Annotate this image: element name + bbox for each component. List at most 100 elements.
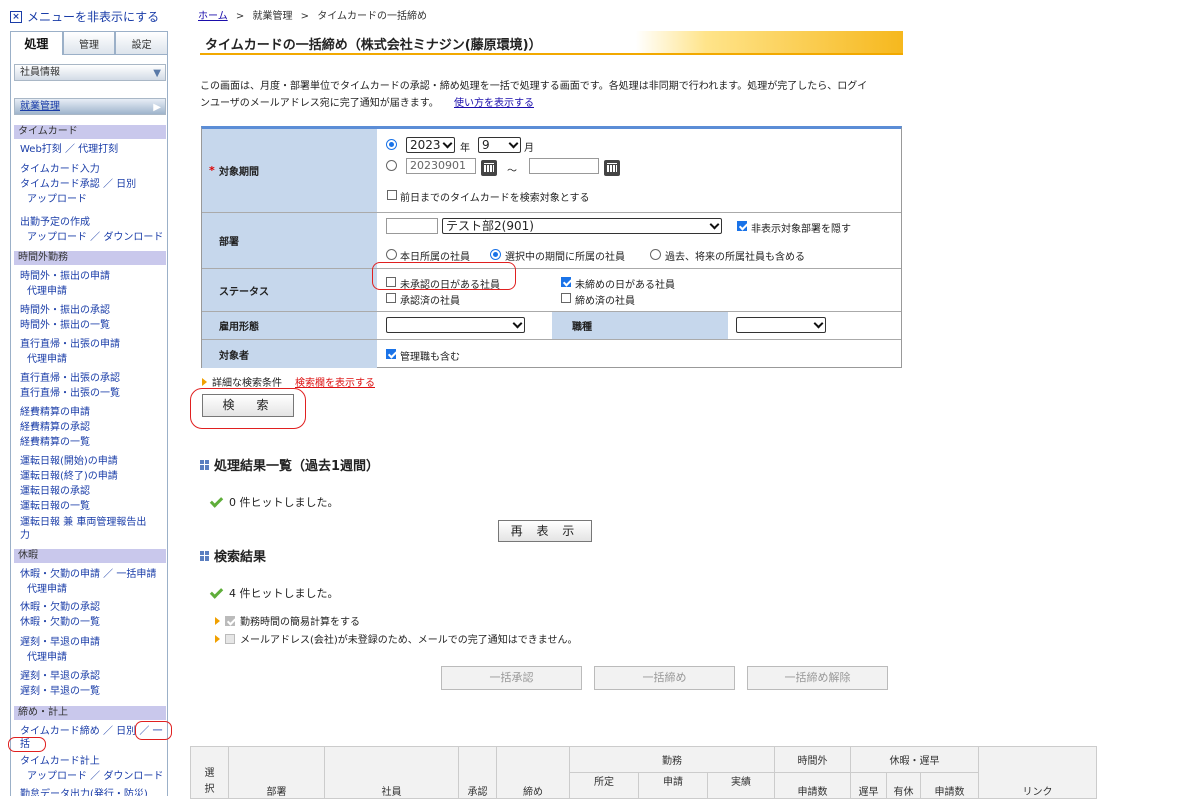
link-expense-apply[interactable]: 経費精算の申請 — [20, 406, 90, 419]
month-unit: 月 — [524, 143, 534, 154]
link-leave-proxy[interactable]: 代理申請 — [27, 583, 67, 596]
results-title: 検索結果 — [214, 550, 267, 565]
link-ot-apply[interactable]: 時間外・振出の申請 — [20, 270, 110, 283]
link-timecard-input[interactable]: タイムカード入力 — [20, 163, 100, 176]
dept-radio-current-label: 本日所属の社員 — [400, 252, 470, 263]
hide-excluded-checkbox[interactable] — [737, 221, 747, 231]
link-drive-end[interactable]: 運転日報(終了)の申請 — [20, 470, 118, 483]
dept-radio-all[interactable] — [650, 249, 661, 260]
results-hit-count: 4 件ヒットしました。 — [229, 587, 339, 600]
dept-radio-current[interactable] — [386, 249, 397, 260]
sidebar-section-work-mgmt[interactable]: 就業管理 ▶ — [14, 98, 166, 115]
department-code-input[interactable] — [386, 218, 438, 234]
dept-radio-period[interactable] — [490, 249, 501, 260]
link-web-punch[interactable]: Web打刻 ／ 代理打刻 — [20, 143, 118, 156]
link-schedule-updown[interactable]: アップロード ／ ダウンロード — [27, 231, 163, 244]
hide-menu-toggle[interactable]: × メニューを非表示にする — [10, 8, 159, 25]
employment-values: 職種 — [377, 312, 901, 339]
bulk-unclose-button[interactable]: 一括締め解除 — [747, 666, 888, 690]
job-type-select[interactable] — [736, 317, 826, 333]
month-value: 9 — [482, 138, 490, 152]
include-managers-checkbox[interactable] — [386, 349, 396, 359]
col-overtime: 時間外 — [774, 746, 851, 773]
breadcrumb-home[interactable]: ホーム — [198, 11, 228, 22]
link-drive-vehicle-cont[interactable]: 力 — [20, 529, 30, 542]
section-label: 社員情報 — [20, 67, 60, 78]
tab-process[interactable]: 処理 — [10, 31, 63, 55]
link-late-approve[interactable]: 遅刻・早退の承認 — [20, 670, 100, 683]
calendar-icon[interactable] — [604, 160, 620, 176]
link-direct-approve[interactable]: 直行直帰・出張の承認 — [20, 372, 120, 385]
link-leave-apply[interactable]: 休暇・欠勤の申請 ／ 一括申請 — [20, 568, 156, 581]
include-prev-checkbox[interactable] — [387, 190, 397, 200]
mail-notice-checkbox[interactable] — [225, 633, 235, 644]
link-drive-start[interactable]: 運転日報(開始)の申請 — [20, 455, 118, 468]
simple-calc-checkbox[interactable] — [225, 615, 235, 626]
link-timecard-approve[interactable]: タイムカード承認 ／ 日別 — [20, 178, 136, 191]
col-select: 選 択 — [190, 746, 229, 799]
link-timecard-upload[interactable]: アップロード — [27, 193, 87, 206]
status-closed-checkbox[interactable] — [561, 293, 571, 303]
col-leave-late: 休暇・遅早 — [850, 746, 979, 773]
search-button[interactable]: 検 索 — [202, 394, 294, 417]
results-section-title: 検索結果 — [200, 546, 266, 565]
col-leave-apply-count: 申請数 — [920, 772, 979, 799]
department-select[interactable]: テスト部2(901) — [442, 218, 722, 234]
period-range-radio[interactable] — [386, 160, 397, 171]
link-drive-approve[interactable]: 運転日報の承認 — [20, 485, 90, 498]
employment-type-select[interactable] — [386, 317, 525, 333]
link-timecard-close[interactable]: タイムカード締め ／ 日別 ／ 一 — [20, 725, 163, 738]
col-dept: 部署 — [228, 746, 325, 799]
include-managers-label: 管理職も含む — [400, 352, 460, 363]
breadcrumb-current: タイムカードの一括締め — [317, 11, 428, 22]
page-description: この画面は、月度・部署単位でタイムカードの承認・締め処理を一括で処理する画面です… — [200, 78, 900, 112]
bulk-approve-button[interactable]: 一括承認 — [441, 666, 582, 690]
link-timecard-close-cont[interactable]: 括 — [20, 738, 30, 751]
link-leave-approve[interactable]: 休暇・欠勤の承認 — [20, 601, 100, 614]
detail-search-label: 詳細な検索条件 — [212, 378, 282, 389]
link-schedule[interactable]: 出勤予定の作成 — [20, 216, 90, 229]
date-to-input[interactable] — [529, 158, 599, 174]
link-ot-proxy[interactable]: 代理申請 — [27, 285, 67, 298]
col-actual: 実績 — [707, 772, 775, 799]
link-direct-proxy[interactable]: 代理申請 — [27, 353, 67, 366]
link-drive-vehicle[interactable]: 運転日報 兼 車両管理報告出 — [20, 516, 146, 529]
year-select[interactable]: 2023 — [406, 137, 455, 153]
history-hit-count: 0 件ヒットしました。 — [229, 496, 339, 509]
month-select[interactable]: 9 — [478, 137, 521, 153]
link-drive-list[interactable]: 運転日報の一覧 — [20, 500, 90, 513]
link-ot-approve[interactable]: 時間外・振出の承認 — [20, 304, 110, 317]
link-timecard-post-updown[interactable]: アップロード ／ ダウンロード — [27, 770, 163, 783]
tab-settings[interactable]: 設定 — [115, 31, 169, 55]
tab-manage[interactable]: 管理 — [62, 31, 116, 55]
period-month-radio[interactable] — [386, 139, 397, 150]
target-label: 対象者 — [202, 340, 377, 368]
link-expense-list[interactable]: 経費精算の一覧 — [20, 436, 90, 449]
status-unclosed-checkbox[interactable] — [561, 277, 571, 287]
period-label: * 対象期間 — [202, 129, 377, 212]
link-direct-list[interactable]: 直行直帰・出張の一覧 — [20, 387, 120, 400]
link-late-list[interactable]: 遅刻・早退の一覧 — [20, 685, 100, 698]
link-direct-apply[interactable]: 直行直帰・出張の申請 — [20, 338, 120, 351]
option-mail-notice: メールアドレス(会社)が未登録のため、メールでの完了通知はできません。 — [215, 631, 578, 646]
link-ot-list[interactable]: 時間外・振出の一覧 — [20, 319, 110, 332]
link-late-apply[interactable]: 遅刻・早退の申請 — [20, 636, 100, 649]
triangle-down-icon: ▼ — [153, 68, 161, 79]
link-cutoff[interactable]: 勤怠データ出力(発行・防災) — [20, 788, 148, 796]
refresh-button[interactable]: 再 表 示 — [498, 520, 592, 542]
help-link[interactable]: 使い方を表示する — [454, 98, 534, 109]
status-approved-checkbox[interactable] — [386, 293, 396, 303]
date-from-input[interactable]: 20230901 — [406, 158, 476, 174]
link-late-proxy[interactable]: 代理申請 — [27, 651, 67, 664]
col-scheduled: 所定 — [569, 772, 639, 799]
link-leave-list[interactable]: 休暇・欠勤の一覧 — [20, 616, 100, 629]
description-line: ンユーザのメールアドレス宛に完了通知が届きます。 使い方を表示する — [200, 95, 900, 112]
breadcrumb-separator: > — [300, 11, 310, 22]
link-timecard-post[interactable]: タイムカード計上 — [20, 755, 100, 768]
bulk-close-button[interactable]: 一括締め — [594, 666, 735, 690]
calendar-icon[interactable] — [481, 160, 497, 176]
detail-search-link[interactable]: 検索欄を表示する — [295, 374, 375, 389]
sidebar-section-employee-info[interactable]: 社員情報 ▼ — [14, 64, 166, 81]
link-expense-approve[interactable]: 経費精算の承認 — [20, 421, 90, 434]
status-unapproved-checkbox[interactable] — [386, 277, 396, 287]
